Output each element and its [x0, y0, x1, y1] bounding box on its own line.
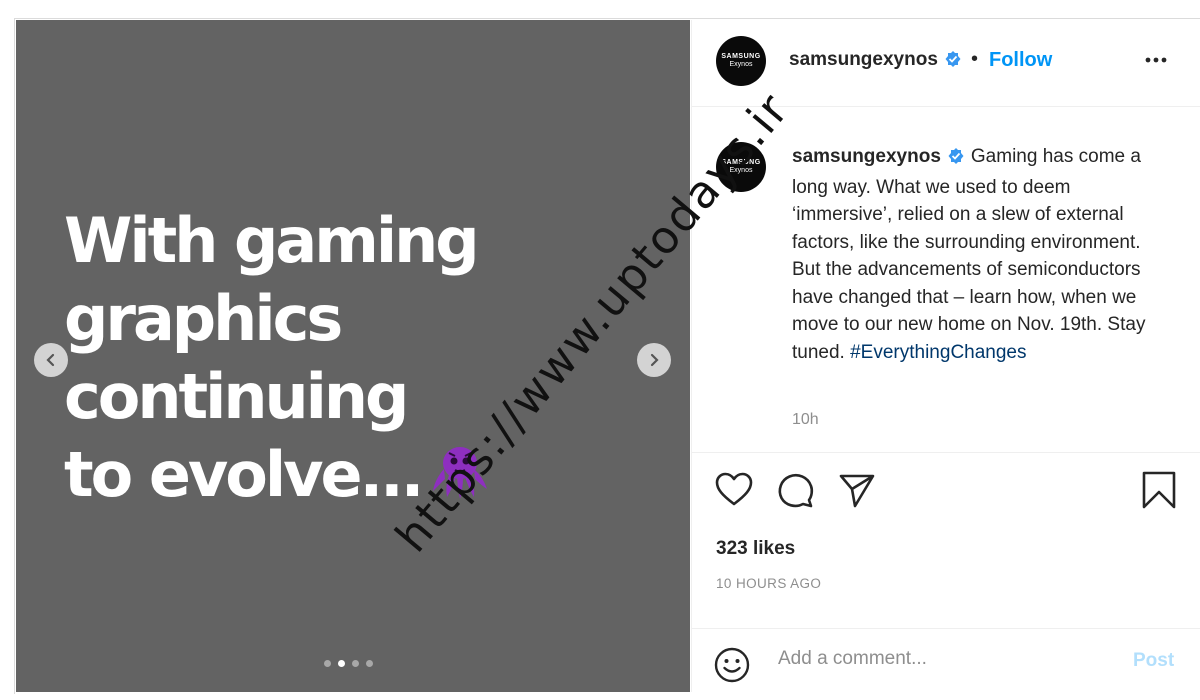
header-username-block: samsungexynos — [789, 49, 962, 74]
post-comment-button[interactable]: Post — [1133, 650, 1174, 672]
avatar-sub: Exynos — [729, 61, 753, 68]
slide-dot — [366, 660, 373, 667]
caption-timestamp: 10h — [792, 411, 819, 428]
headline-line-last: to evolve... — [64, 436, 491, 519]
verified-badge-icon — [947, 146, 965, 174]
chevron-left-icon — [46, 353, 55, 367]
separator-dot: • — [971, 48, 979, 70]
caption-text-block: samsungexynos Gaming has come a long way.… — [792, 143, 1172, 366]
post-media[interactable]: With gaming graphics continuing to evolv… — [16, 20, 690, 692]
post-timestamp: 10 HOURS AGO — [716, 576, 822, 591]
headline-line: graphics — [64, 282, 343, 355]
more-options-icon[interactable] — [1141, 48, 1171, 72]
caption-section: SAMSUNG Exynos samsungexynos Gaming has c… — [692, 107, 1200, 453]
previous-slide-button[interactable] — [34, 343, 68, 377]
share-send-icon[interactable] — [838, 470, 876, 510]
avatar[interactable]: SAMSUNG Exynos — [716, 36, 766, 86]
like-heart-icon[interactable] — [714, 470, 754, 510]
avatar-sub: Exynos — [729, 167, 753, 174]
caption-text: Gaming has come a long way. What we used… — [792, 146, 1146, 363]
headline-line: continuing — [64, 360, 409, 433]
hashtag-link[interactable]: #EverythingChanges — [850, 342, 1026, 363]
follow-button[interactable]: Follow — [989, 49, 1052, 72]
chevron-right-icon — [650, 353, 659, 367]
post-sidebar: SAMSUNG Exynos samsungexynos • Follow SA… — [691, 20, 1200, 692]
headline-line: With gaming — [64, 204, 480, 277]
comment-icon[interactable] — [776, 470, 814, 510]
slide-dot-active — [338, 660, 345, 667]
bookmark-save-icon[interactable] — [1141, 470, 1177, 510]
headline-line: to evolve... — [64, 438, 424, 511]
media-headline: With gaming graphics continuing to evolv… — [64, 202, 491, 519]
username-link[interactable]: samsungexynos — [789, 49, 938, 70]
slide-indicator — [324, 660, 373, 667]
action-bar — [692, 452, 1200, 532]
post-header: SAMSUNG Exynos samsungexynos • Follow — [692, 20, 1200, 107]
likes-count[interactable]: 323 likes — [716, 538, 795, 560]
next-slide-button[interactable] — [637, 343, 671, 377]
comment-input[interactable] — [776, 647, 1100, 671]
verified-badge-icon — [944, 50, 962, 74]
slide-dot — [352, 660, 359, 667]
comment-bar: Post — [692, 628, 1200, 693]
emoji-smiley-icon[interactable] — [714, 647, 750, 683]
slide-dot — [324, 660, 331, 667]
octopus-emoji-icon — [429, 439, 491, 519]
caption-username-link[interactable]: samsungexynos — [792, 146, 941, 167]
caption-avatar[interactable]: SAMSUNG Exynos — [716, 142, 766, 192]
avatar-brand: SAMSUNG — [721, 53, 761, 60]
avatar-brand: SAMSUNG — [721, 159, 761, 166]
